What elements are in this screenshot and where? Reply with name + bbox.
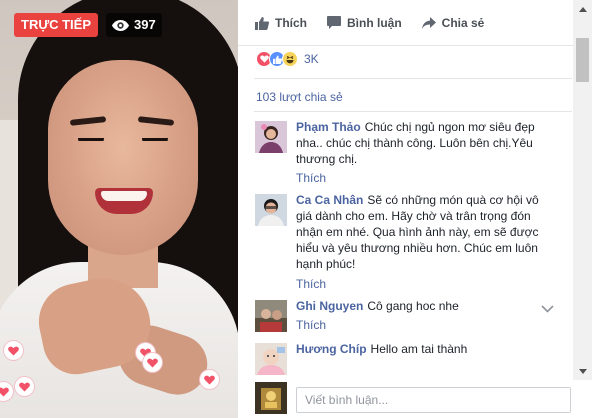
divider <box>254 111 572 112</box>
comment-button[interactable]: Bình luận <box>327 16 402 30</box>
scrollbar[interactable] <box>573 0 592 380</box>
video-subject-face <box>48 60 198 255</box>
comment-like-link[interactable]: Thích <box>296 277 326 291</box>
comment-body: Ghi Nguyen Cô gang hoc nhe <box>296 298 558 314</box>
scroll-down-arrow-icon[interactable] <box>573 362 592 380</box>
divider <box>254 78 572 79</box>
comment-input[interactable]: Viết bình luận... <box>296 387 571 413</box>
haha-icon <box>282 51 298 67</box>
floating-heart-icon <box>15 377 34 396</box>
like-button-label: Thích <box>275 15 307 30</box>
share-arrow-icon <box>421 16 436 29</box>
share-count-link[interactable]: 103 lượt chia sẻ <box>256 90 343 104</box>
action-bar: Thích Bình luận Chia sẻ <box>238 0 573 46</box>
floating-heart-icon <box>143 353 162 372</box>
comment-author[interactable]: Ghi Nguyen <box>296 299 363 313</box>
comment-author[interactable]: Phạm Thảo <box>296 120 361 134</box>
avatar <box>255 382 287 414</box>
comment-body: Hương Chíp Hello am tai thành <box>296 341 558 357</box>
share-button[interactable]: Chia sẻ <box>421 15 485 30</box>
comment-composer: Viết bình luận... <box>255 380 573 418</box>
scroll-up-arrow-icon[interactable] <box>573 0 592 18</box>
avatar[interactable] <box>255 343 287 375</box>
like-button[interactable]: Thích <box>255 16 307 30</box>
viewer-count-value: 397 <box>134 17 156 32</box>
viewer-count: 397 <box>106 13 162 37</box>
chevron-down-icon[interactable] <box>541 302 554 316</box>
eye-icon <box>112 19 129 31</box>
live-video[interactable]: TRỰC TIẾP 397 <box>0 0 238 418</box>
comment-author[interactable]: Ca Ca Nhân <box>296 193 363 207</box>
floating-heart-icon <box>4 341 23 360</box>
reaction-summary[interactable]: 3K <box>256 50 319 68</box>
avatar[interactable] <box>255 121 287 153</box>
live-badge: TRỰC TIẾP <box>14 13 99 37</box>
comments-panel: Thích Bình luận Chia sẻ 3K 103 lượt chia… <box>238 0 592 418</box>
scrollbar-thumb[interactable] <box>576 38 589 82</box>
comment-like-link[interactable]: Thích <box>296 318 326 332</box>
comment-like-link[interactable]: Thích <box>296 171 326 185</box>
video-subject-teeth <box>101 191 147 201</box>
reaction-count[interactable]: 3K <box>304 52 319 66</box>
avatar[interactable] <box>255 300 287 332</box>
thumbs-up-icon <box>255 16 269 30</box>
avatar[interactable] <box>255 194 287 226</box>
comment-text: Hello am tai thành <box>370 342 468 356</box>
speech-bubble-icon <box>327 16 341 29</box>
comment-body: Phạm Thảo Chúc chị ngủ ngon mơ siêu đẹp n… <box>296 119 558 167</box>
comment-author[interactable]: Hương Chíp <box>296 342 367 356</box>
share-button-label: Chia sẻ <box>441 15 485 30</box>
comment-button-label: Bình luận <box>347 15 402 30</box>
comment-body: Ca Ca Nhân Sẽ có những món quà cơ hội vô … <box>296 192 558 272</box>
floating-heart-icon <box>200 370 219 389</box>
comment-text: Cô gang hoc nhe <box>367 299 459 313</box>
